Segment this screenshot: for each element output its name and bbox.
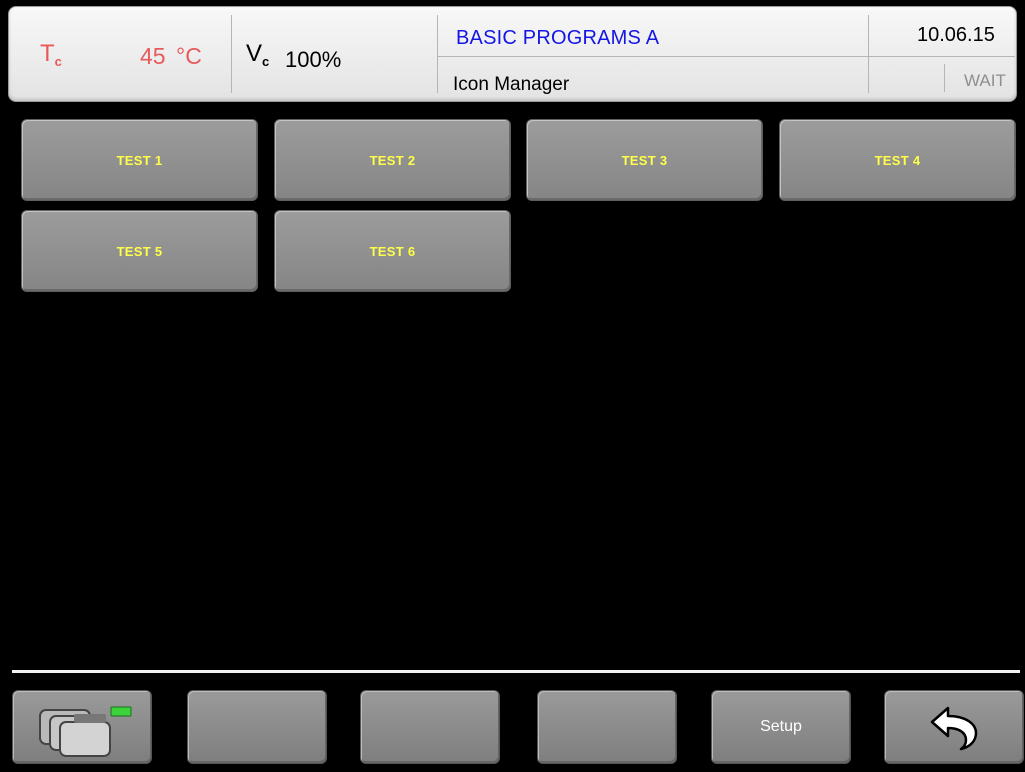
program-button-test-3[interactable]: TEST 3	[526, 119, 763, 201]
date-display: 10.06.15	[917, 24, 995, 46]
temperature-value: 45	[140, 43, 166, 69]
back-arrow-icon	[930, 706, 978, 751]
setup-button[interactable]: Setup	[711, 690, 851, 764]
function-button-3[interactable]	[360, 690, 500, 764]
header-divider	[868, 15, 869, 93]
program-button-test-2[interactable]: TEST 2	[274, 119, 511, 201]
program-button-test-5[interactable]: TEST 5	[21, 210, 258, 292]
function-button-2[interactable]	[187, 690, 327, 764]
temperature-unit: °C	[176, 43, 202, 69]
temperature-label: Tc	[40, 40, 62, 69]
program-button-test-4[interactable]: TEST 4	[779, 119, 1016, 201]
program-cards-button[interactable]	[12, 690, 152, 764]
header-divider	[231, 15, 232, 93]
program-button-test-1[interactable]: TEST 1	[21, 119, 258, 201]
header-divider	[944, 64, 945, 92]
setup-label: Setup	[760, 718, 802, 735]
program-group-title: BASIC PROGRAMS A	[456, 27, 660, 49]
bottom-separator	[12, 670, 1020, 673]
status-led-icon	[110, 706, 132, 717]
status-header: Tc 45 °C Vc 100% BASIC PROGRAMS A Icon M…	[8, 6, 1017, 102]
speed-label: Vc	[246, 40, 270, 69]
program-button-test-6[interactable]: TEST 6	[274, 210, 511, 292]
program-cards-icon	[39, 706, 132, 757]
function-button-4[interactable]	[537, 690, 677, 764]
header-divider	[437, 56, 1015, 57]
speed-value: 100%	[285, 47, 342, 72]
status-text: WAIT	[964, 71, 1006, 90]
back-button[interactable]	[884, 690, 1024, 764]
header-divider	[437, 15, 438, 93]
screen-name: Icon Manager	[453, 74, 570, 95]
